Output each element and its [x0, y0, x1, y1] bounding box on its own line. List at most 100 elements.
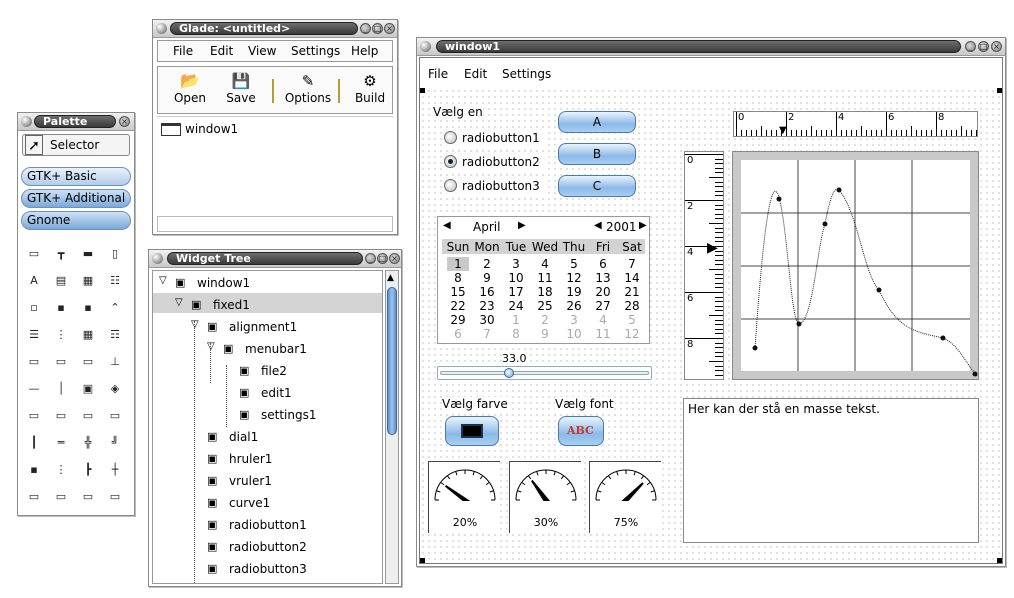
- open-button[interactable]: 📂 Open: [170, 71, 210, 111]
- palette-widget-vseparator-icon[interactable]: │: [51, 380, 71, 398]
- palette-widget-dialog-icon[interactable]: ▭: [24, 407, 44, 425]
- menu-help[interactable]: Help: [351, 44, 378, 58]
- window-menu-icon[interactable]: [420, 41, 431, 52]
- menu-file[interactable]: File: [428, 67, 448, 81]
- calendar-day[interactable]: 4: [592, 313, 614, 327]
- menu-file[interactable]: File: [173, 44, 193, 58]
- color-picker-button[interactable]: [445, 416, 499, 446]
- palette-group-gnome[interactable]: Gnome: [21, 211, 131, 230]
- calendar[interactable]: ◀ April ▶ ◀ 2001 ▶ Sun Mon Tue Wed Thu Fri Sat…: [437, 216, 650, 344]
- palette-widget-filesel-icon[interactable]: ▭: [51, 407, 71, 425]
- button-c[interactable]: C: [558, 175, 636, 197]
- calendar-day[interactable]: 29: [447, 313, 469, 327]
- palette-widget-window-icon[interactable]: ▭: [24, 245, 44, 263]
- palette-widget-statusbar-icon[interactable]: ▭: [24, 488, 44, 506]
- dial[interactable]: 30%: [509, 461, 581, 533]
- palette-widget-vruler-icon[interactable]: ┣: [78, 461, 98, 479]
- calendar-day[interactable]: 9: [534, 327, 556, 341]
- window1-titlebar[interactable]: window1 _ □ ×: [417, 38, 1005, 56]
- palette-widget-text-icon[interactable]: ▦: [78, 272, 98, 290]
- palette-widget-hpaned-icon[interactable]: ┃: [24, 434, 44, 452]
- calendar-day[interactable]: 19: [563, 285, 585, 299]
- calendar-day[interactable]: 21: [621, 285, 643, 299]
- expander-icon[interactable]: ▽: [191, 319, 199, 330]
- palette-widget-colorsel-icon[interactable]: ▭: [78, 407, 98, 425]
- selection-handle[interactable]: [420, 88, 425, 93]
- palette-widget-frame-icon[interactable]: ▭: [78, 353, 98, 371]
- options-button[interactable]: ✎ Options: [280, 71, 336, 111]
- menu-settings[interactable]: Settings: [502, 67, 551, 81]
- palette-widget-vpaned-icon[interactable]: ═: [51, 434, 71, 452]
- dial[interactable]: 20%: [428, 461, 500, 533]
- calendar-day[interactable]: 16: [476, 285, 498, 299]
- calendar-day[interactable]: 12: [563, 271, 585, 285]
- calendar-day[interactable]: 8: [447, 271, 469, 285]
- palette-widget-handle-icon[interactable]: ╝: [105, 434, 125, 452]
- textview[interactable]: Her kan der stå en masse tekst.: [683, 398, 979, 543]
- close-icon[interactable]: ×: [389, 253, 400, 264]
- palette-widget-check-icon[interactable]: ▪: [78, 299, 98, 317]
- expander-icon[interactable]: ▽: [207, 341, 215, 352]
- calendar-day[interactable]: 5: [563, 257, 585, 271]
- calendar-day[interactable]: 1: [447, 257, 469, 271]
- palette-widget-vbox-icon[interactable]: ▯: [105, 245, 125, 263]
- palette-widget-entry-icon[interactable]: ▤: [51, 272, 71, 290]
- selection-handle[interactable]: [997, 88, 1002, 93]
- selection-handle[interactable]: [420, 558, 425, 563]
- close-icon[interactable]: ×: [119, 116, 130, 127]
- glade-titlebar[interactable]: Glade: <untitled> _ □ ×: [153, 20, 397, 38]
- window-menu-icon[interactable]: [152, 253, 163, 264]
- palette-widget-ruler-icon[interactable]: ⊥: [105, 353, 125, 371]
- palette-widget-table-icon[interactable]: ╬: [78, 434, 98, 452]
- menu-edit[interactable]: Edit: [464, 67, 487, 81]
- calendar-day[interactable]: 9: [476, 271, 498, 285]
- palette-widget-button-icon[interactable]: ▫: [24, 299, 44, 317]
- palette-widget-combo-icon[interactable]: ▭: [24, 353, 44, 371]
- radiobutton3[interactable]: radiobutton3: [444, 178, 544, 194]
- palette-titlebar[interactable]: Palette ×: [18, 113, 134, 131]
- calendar-day[interactable]: 25: [534, 299, 556, 313]
- selector-button[interactable]: ➚ Selector: [22, 134, 130, 156]
- tree-titlebar[interactable]: Widget Tree _ □ ×: [149, 250, 401, 268]
- scale-slider-knob[interactable]: [503, 368, 514, 378]
- calendar-day[interactable]: 17: [505, 285, 527, 299]
- palette-widget-vscale-icon[interactable]: ⋮: [51, 461, 71, 479]
- minimize-icon[interactable]: _: [365, 253, 376, 264]
- expander-icon[interactable]: ▽: [175, 297, 183, 308]
- radiobutton2[interactable]: radiobutton2: [444, 154, 544, 170]
- calendar-day[interactable]: 15: [447, 285, 469, 299]
- calendar-day[interactable]: 3: [563, 313, 585, 327]
- menu-edit[interactable]: Edit: [210, 44, 233, 58]
- button-a[interactable]: A: [558, 111, 636, 133]
- palette-widget-option-icon[interactable]: ▭: [51, 353, 71, 371]
- window-menu-icon[interactable]: [156, 23, 167, 34]
- prev-month-icon[interactable]: ◀: [443, 220, 451, 231]
- calendar-day[interactable]: 12: [621, 327, 643, 341]
- palette-widget-fixed-icon[interactable]: ┳: [51, 245, 71, 263]
- maximize-icon[interactable]: □: [978, 41, 989, 52]
- hruler[interactable]: 0 2 4 6 8 ▼: [733, 111, 978, 137]
- calendar-day[interactable]: 6: [447, 327, 469, 341]
- scroll-up-icon[interactable]: ▲: [387, 273, 394, 283]
- calendar-day[interactable]: 8: [505, 327, 527, 341]
- expander-icon[interactable]: ▽: [159, 275, 167, 286]
- close-icon[interactable]: ×: [384, 23, 395, 34]
- calendar-day[interactable]: 1: [505, 313, 527, 327]
- calendar-day[interactable]: 27: [592, 299, 614, 313]
- palette-widget-label-icon[interactable]: A: [24, 272, 44, 290]
- vruler[interactable]: 0 2 4 6 8 ▶: [684, 151, 724, 380]
- calendar-day[interactable]: 2: [476, 257, 498, 271]
- font-picker-button[interactable]: ABC: [558, 416, 604, 446]
- calendar-day[interactable]: 5: [621, 313, 643, 327]
- palette-widget-hseparator-icon[interactable]: —: [24, 380, 44, 398]
- tree-scrollbar[interactable]: ▲: [385, 270, 399, 584]
- calendar-day[interactable]: 20: [592, 285, 614, 299]
- menu-settings[interactable]: Settings: [291, 44, 340, 58]
- palette-widget-drawing-icon[interactable]: ◈: [105, 380, 125, 398]
- palette-widget-pixmap-icon[interactable]: ▣: [78, 380, 98, 398]
- next-year-icon[interactable]: ▶: [639, 220, 647, 231]
- next-month-icon[interactable]: ▶: [518, 220, 526, 231]
- maximize-icon[interactable]: □: [372, 23, 383, 34]
- maximize-icon[interactable]: □: [377, 253, 388, 264]
- calendar-day[interactable]: 4: [534, 257, 556, 271]
